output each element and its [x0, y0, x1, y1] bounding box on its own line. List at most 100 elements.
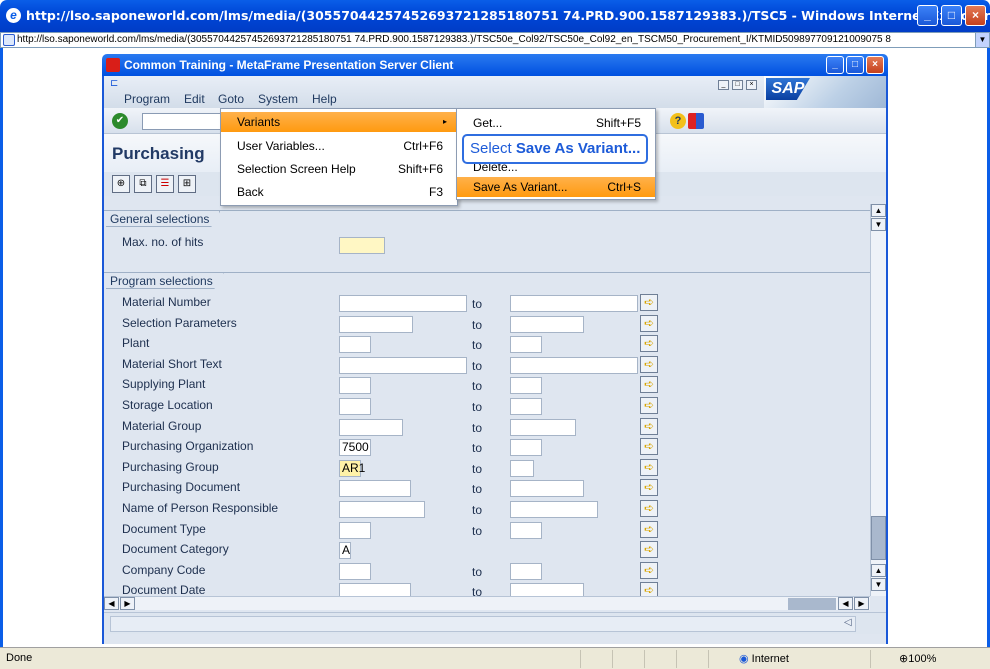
status-cell: [612, 650, 642, 668]
multiple-selection-arrow-icon[interactable]: ➪: [640, 458, 658, 476]
multiple-selection-arrow-icon[interactable]: ➪: [640, 355, 658, 373]
multiple-selection-arrow-icon[interactable]: ➪: [640, 376, 658, 394]
field-low-input[interactable]: A: [339, 542, 351, 560]
layout-icon[interactable]: [688, 113, 704, 129]
sap-close-icon[interactable]: ×: [746, 80, 757, 90]
sap-minimize-icon[interactable]: _: [718, 80, 729, 90]
field-low-input[interactable]: [339, 315, 413, 333]
field-high-input[interactable]: [510, 336, 542, 354]
menu-program[interactable]: Program: [124, 92, 170, 106]
field-high-input[interactable]: [510, 356, 638, 374]
vertical-scrollbar[interactable]: ▲ ▼ ▲ ▼: [870, 204, 886, 596]
field-low-input[interactable]: [339, 398, 371, 415]
field-low-input[interactable]: [339, 295, 467, 312]
menu-help[interactable]: Help: [312, 92, 337, 106]
field-low-input[interactable]: [339, 562, 371, 580]
field-high-input[interactable]: [510, 439, 542, 457]
scroll-left-icon-2[interactable]: ◀: [838, 597, 853, 610]
citrix-maximize-button[interactable]: □: [846, 56, 864, 74]
scroll-left-icon[interactable]: ◀: [104, 597, 119, 610]
field-high-input[interactable]: [510, 295, 638, 312]
citrix-minimize-button[interactable]: _: [826, 56, 844, 74]
zoom-control[interactable]: ⊕100%: [870, 650, 980, 668]
field-high-input[interactable]: [510, 521, 542, 539]
ie-minimize-button[interactable]: _: [917, 5, 938, 26]
menu-item-selection-screen-help[interactable]: Selection Screen Help Shift+F6: [221, 159, 457, 179]
multiple-selection-arrow-icon[interactable]: ➪: [640, 314, 658, 332]
to-label: to: [472, 482, 483, 497]
multiple-selection-arrow-icon[interactable]: ➪: [640, 417, 658, 435]
help-icon[interactable]: ?: [670, 113, 686, 129]
address-dropdown-icon[interactable]: ▼: [975, 33, 989, 47]
field-high-input[interactable]: [510, 315, 584, 333]
ie-maximize-button[interactable]: □: [941, 5, 962, 26]
field-low-input[interactable]: [339, 480, 411, 498]
field-low-input[interactable]: AR1: [339, 459, 365, 477]
field-label: Storage Location: [122, 398, 213, 412]
menu-item-get[interactable]: Get... Shift+F5: [457, 113, 655, 133]
field-high-input[interactable]: [510, 418, 576, 436]
status-cell: [676, 650, 706, 668]
goto-menu: Variants ▸ User Variables... Ctrl+F6 Sel…: [220, 108, 458, 206]
multiple-selection-arrow-icon[interactable]: ➪: [640, 294, 658, 311]
scroll-down-icon[interactable]: ▼: [871, 218, 886, 231]
to-label: to: [472, 441, 483, 456]
ie-address-bar[interactable]: http://lso.saponeworld.com/lms/media/(30…: [0, 32, 990, 48]
execute-icon[interactable]: ⊕: [112, 175, 130, 193]
field-high-input[interactable]: [510, 480, 584, 498]
scroll-down-icon-2[interactable]: ▼: [871, 578, 886, 591]
menu-goto[interactable]: Goto: [218, 92, 244, 106]
group-title: Program selections: [106, 273, 224, 289]
status-cell: [644, 650, 674, 668]
scroll-right-icon[interactable]: ▶: [120, 597, 135, 610]
menu-system[interactable]: System: [258, 92, 298, 106]
field-high-input[interactable]: [510, 398, 542, 415]
menu-edit[interactable]: Edit: [184, 92, 205, 106]
citrix-window-title: Common Training - MetaFrame Presentation…: [124, 58, 454, 72]
field-low-input[interactable]: [339, 501, 425, 518]
menu-item-user-variables[interactable]: User Variables... Ctrl+F6: [221, 136, 457, 156]
multiple-selection-arrow-icon[interactable]: ➪: [640, 479, 658, 497]
field-high-input[interactable]: [510, 459, 534, 477]
system-menu-icon[interactable]: ⊏: [110, 78, 118, 89]
scroll-right-icon-2[interactable]: ▶: [854, 597, 869, 610]
sap-maximize-icon[interactable]: □: [732, 80, 743, 90]
to-label: to: [472, 338, 483, 353]
save-variant-icon[interactable]: ⧉: [134, 175, 152, 193]
status-arrow-icon[interactable]: ◁: [844, 617, 852, 628]
scroll-thumb[interactable]: [871, 516, 886, 560]
enter-check-icon[interactable]: ✔: [112, 113, 128, 129]
field-low-input[interactable]: [339, 336, 371, 354]
multiple-selection-arrow-icon[interactable]: ➪: [640, 397, 658, 414]
field-high-input[interactable]: [510, 377, 542, 395]
scroll-up-icon[interactable]: ▲: [871, 204, 886, 217]
menu-item-back[interactable]: Back F3: [221, 182, 457, 202]
multiple-selection-arrow-icon[interactable]: ➪: [640, 561, 658, 579]
menu-item-variants[interactable]: Variants ▸: [221, 112, 457, 132]
field-low-input[interactable]: [339, 356, 467, 374]
max-hits-input[interactable]: [339, 237, 385, 254]
citrix-title-bar: Common Training - MetaFrame Presentation…: [102, 54, 888, 76]
field-low-input[interactable]: [339, 418, 403, 436]
field-low-input[interactable]: [339, 521, 371, 539]
multiple-selection-arrow-icon[interactable]: ➪: [640, 335, 658, 353]
horizontal-scrollbar[interactable]: ◀ ▶ ◀ ▶: [104, 596, 870, 610]
callout-prefix: Select: [470, 140, 516, 157]
field-low-input[interactable]: [339, 377, 371, 395]
field-high-input[interactable]: [510, 562, 542, 580]
field-high-input[interactable]: [510, 501, 598, 518]
ie-close-button[interactable]: ×: [965, 5, 986, 26]
menu-item-save-as-variant[interactable]: Save As Variant... Ctrl+S: [457, 177, 655, 197]
multiple-selection-arrow-icon[interactable]: ➪: [640, 541, 658, 559]
citrix-close-button[interactable]: ×: [866, 56, 884, 74]
multiple-selection-arrow-icon[interactable]: ➪: [640, 438, 658, 456]
multiple-selection-arrow-icon[interactable]: ➪: [640, 500, 658, 517]
expand-icon[interactable]: ⊞: [178, 175, 196, 193]
multiple-selection-arrow-icon[interactable]: ➪: [640, 520, 658, 538]
scroll-up-icon-2[interactable]: ▲: [871, 564, 886, 577]
field-low-input[interactable]: 7500: [339, 439, 371, 457]
hscroll-thumb[interactable]: [788, 598, 836, 610]
command-field[interactable]: [142, 113, 222, 130]
multi-selection-icon[interactable]: ☰: [156, 175, 174, 193]
to-label: to: [472, 400, 483, 414]
